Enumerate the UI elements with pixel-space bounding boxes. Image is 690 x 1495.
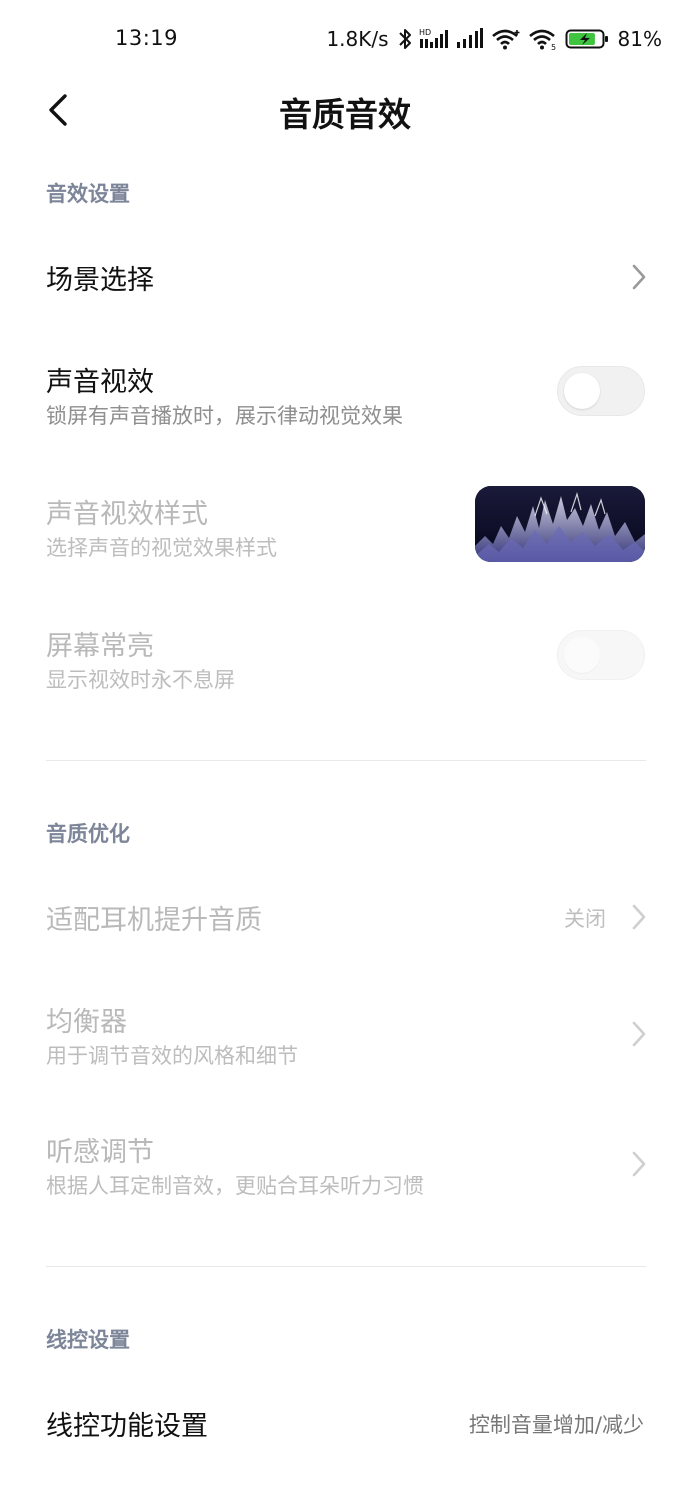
- equalizer-subtitle: 用于调节音效的风格和细节: [46, 1044, 298, 1068]
- section-header-quality: 音质优化: [46, 822, 130, 846]
- wire-control-title: 线控功能设置: [46, 1411, 208, 1442]
- screen-on-subtitle: 显示视效时永不息屏: [46, 668, 235, 692]
- status-time: 13:19: [115, 26, 179, 50]
- screen: 13:19 1.8K/s HD 5 81% 音质音效 音效设置 场景选择 声音视…: [0, 0, 690, 1495]
- hearing-subtitle: 根据人耳定制音效，更贴合耳朵听力习惯: [46, 1174, 424, 1198]
- sound-visual-subtitle: 锁屏有声音播放时，展示律动视觉效果: [46, 404, 403, 428]
- network-speed: 1.8K/s: [326, 27, 389, 51]
- chevron-right-icon: [632, 264, 646, 290]
- toggle-knob: [564, 373, 600, 409]
- headphone-adapt-value: 关闭: [564, 907, 606, 931]
- equalizer-row[interactable]: 均衡器 用于调节音效的风格和细节: [0, 986, 690, 1086]
- visual-style-subtitle: 选择声音的视觉效果样式: [46, 536, 277, 560]
- bluetooth-icon: [398, 27, 412, 51]
- hd-signal-icon: HD: [419, 27, 449, 51]
- header: 音质音效: [0, 80, 690, 140]
- wire-control-value: 控制音量增加/减少: [468, 1413, 644, 1437]
- wifi-5-icon: 5: [528, 27, 558, 51]
- battery-charging-icon: [565, 27, 609, 51]
- section-header-sound-effects: 音效设置: [46, 182, 130, 206]
- status-bar: 13:19 1.8K/s HD 5 81%: [0, 0, 690, 80]
- chevron-right-icon: [632, 1021, 646, 1047]
- scene-select-row[interactable]: 场景选择: [0, 232, 690, 322]
- sound-visual-title: 声音视效: [46, 367, 154, 398]
- visual-style-row[interactable]: 声音视效样式 选择声音的视觉效果样式: [0, 476, 690, 576]
- section-divider: [46, 1266, 646, 1267]
- screen-on-toggle[interactable]: [557, 630, 645, 680]
- hearing-title: 听感调节: [46, 1137, 154, 1168]
- headphone-adapt-row[interactable]: 适配耳机提升音质 关闭: [0, 872, 690, 962]
- screen-on-title: 屏幕常亮: [46, 631, 154, 662]
- visual-style-preview-image[interactable]: [475, 486, 645, 562]
- headphone-adapt-title: 适配耳机提升音质: [46, 905, 262, 936]
- section-divider: [46, 760, 646, 761]
- hd-badge-text: HD: [419, 28, 431, 37]
- section-header-wire-control: 线控设置: [46, 1328, 130, 1352]
- chevron-right-icon: [632, 1151, 646, 1177]
- page-title: 音质音效: [279, 95, 411, 134]
- equalizer-title: 均衡器: [46, 1007, 127, 1038]
- sound-visual-toggle[interactable]: [557, 366, 645, 416]
- signal-icon: [456, 27, 484, 51]
- battery-percent: 81%: [617, 27, 662, 51]
- scene-select-title: 场景选择: [46, 265, 154, 296]
- hearing-row[interactable]: 听感调节 根据人耳定制音效，更贴合耳朵听力习惯: [0, 1116, 690, 1216]
- wifi-icon: [491, 27, 521, 51]
- status-icons: 1.8K/s HD 5 81%: [326, 24, 662, 54]
- screen-on-row[interactable]: 屏幕常亮 显示视效时永不息屏: [0, 608, 690, 708]
- wire-control-row[interactable]: 线控功能设置 控制音量增加/减少: [0, 1378, 690, 1468]
- sound-visual-row[interactable]: 声音视效 锁屏有声音播放时，展示律动视觉效果: [0, 344, 690, 444]
- wifi-5-badge: 5: [551, 43, 556, 51]
- toggle-knob: [564, 637, 600, 673]
- chevron-right-icon: [632, 904, 646, 930]
- visual-style-title: 声音视效样式: [46, 499, 208, 530]
